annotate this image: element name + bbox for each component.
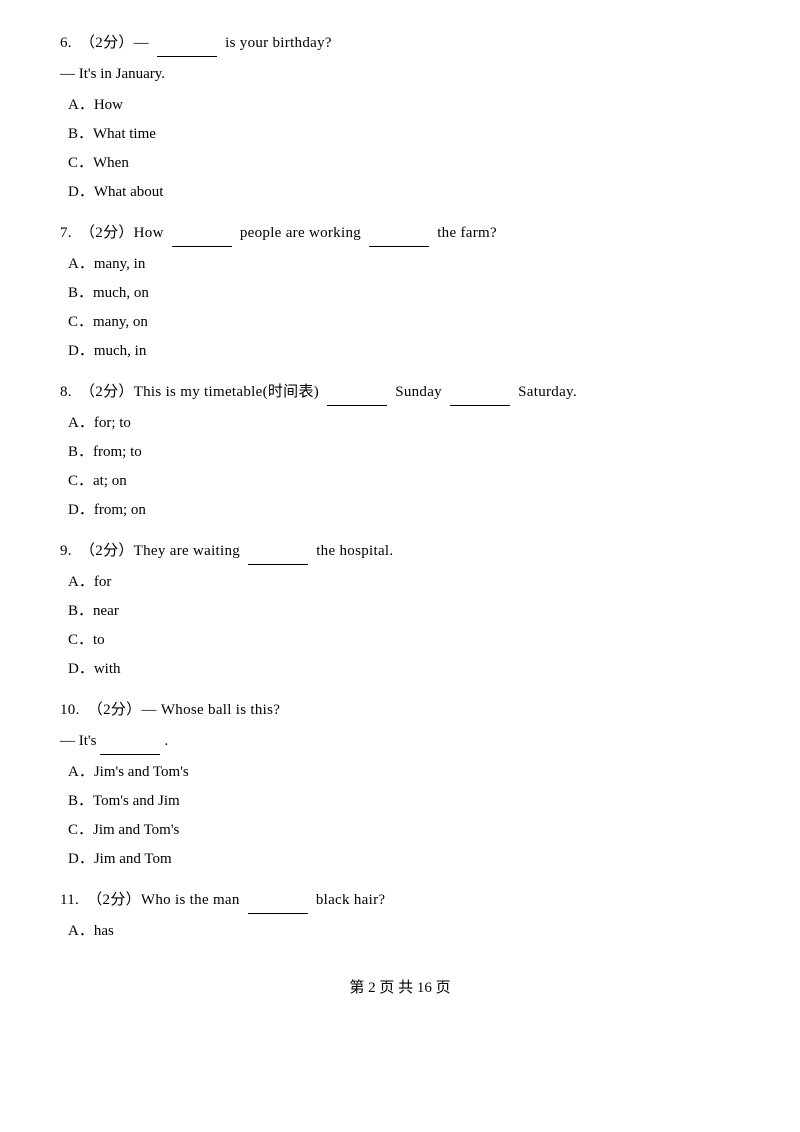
q8-mid: Sunday (395, 384, 442, 400)
q6-optD: D．What about (68, 179, 740, 206)
q9-optA: A．for (68, 569, 740, 596)
q8-blank2 (450, 405, 510, 406)
q11-after: black hair? (316, 892, 386, 908)
q9-optB: B．near (68, 598, 740, 625)
q10-optB: B．Tom's and Jim (68, 788, 740, 815)
q11-blank (248, 913, 308, 914)
q9-optC: C．to (68, 627, 740, 654)
q7-blank1 (172, 246, 232, 247)
q7-after: the farm? (437, 225, 497, 241)
q6-score: （2分）— (80, 35, 149, 51)
q10-optA: A．Jim's and Tom's (68, 759, 740, 786)
question-8: 8. （2分）This is my timetable(时间表) Sunday … (60, 379, 740, 524)
q8-blank1 (327, 405, 387, 406)
q7-mid: people are working (240, 225, 361, 241)
question-11-text: 11. （2分）Who is the man black hair? (60, 887, 740, 914)
q10-blank (100, 754, 160, 755)
q8-optA: A．for; to (68, 410, 740, 437)
q7-optA: A．many, in (68, 251, 740, 278)
q9-after: the hospital. (316, 543, 393, 559)
q7-optC: C．many, on (68, 309, 740, 336)
q6-blank (157, 56, 217, 57)
question-8-text: 8. （2分）This is my timetable(时间表) Sunday … (60, 379, 740, 406)
q8-number: 8. (60, 384, 76, 400)
question-10-text: 10. （2分）— Whose ball is this? (60, 697, 740, 724)
q8-score: （2分）This is my timetable(时间表) (80, 384, 319, 400)
q9-score: （2分）They are waiting (80, 543, 240, 559)
q6-optC: C．When (68, 150, 740, 177)
q10-optD: D．Jim and Tom (68, 846, 740, 873)
question-7: 7. （2分）How people are working the farm? … (60, 220, 740, 365)
question-9-text: 9. （2分）They are waiting the hospital. (60, 538, 740, 565)
footer-text: 第 2 页 共 16 页 (349, 980, 450, 996)
q9-blank (248, 564, 308, 565)
question-9: 9. （2分）They are waiting the hospital. A．… (60, 538, 740, 683)
question-7-text: 7. （2分）How people are working the farm? (60, 220, 740, 247)
question-10: 10. （2分）— Whose ball is this? — It's. A．… (60, 697, 740, 873)
q11-score: （2分）Who is the man (87, 892, 239, 908)
question-6-text: 6. （2分）— is your birthday? (60, 30, 740, 57)
q6-optB: B．What time (68, 121, 740, 148)
q10-optC: C．Jim and Tom's (68, 817, 740, 844)
q11-optA: A．has (68, 918, 740, 945)
q7-optD: D．much, in (68, 338, 740, 365)
q9-number: 9. (60, 543, 76, 559)
question-6: 6. （2分）— is your birthday? — It's in Jan… (60, 30, 740, 206)
q8-optB: B．from; to (68, 439, 740, 466)
q7-optB: B．much, on (68, 280, 740, 307)
q11-number: 11. (60, 892, 83, 908)
q8-after: Saturday. (518, 384, 577, 400)
page-footer: 第 2 页 共 16 页 (60, 975, 740, 1002)
q10-score: （2分）— Whose ball is this? (88, 702, 280, 718)
q9-optD: D．with (68, 656, 740, 683)
q8-optD: D．from; on (68, 497, 740, 524)
q7-blank2 (369, 246, 429, 247)
q6-number: 6. (60, 35, 76, 51)
q10-number: 10. (60, 702, 84, 718)
q10-answer: — It's. (60, 728, 740, 755)
q6-optA: A．How (68, 92, 740, 119)
q8-optC: C．at; on (68, 468, 740, 495)
q6-after: is your birthday? (225, 35, 332, 51)
q7-number: 7. (60, 225, 76, 241)
q6-answer: — It's in January. (60, 61, 740, 88)
question-11: 11. （2分）Who is the man black hair? A．has (60, 887, 740, 945)
q7-score: （2分）How (80, 225, 164, 241)
